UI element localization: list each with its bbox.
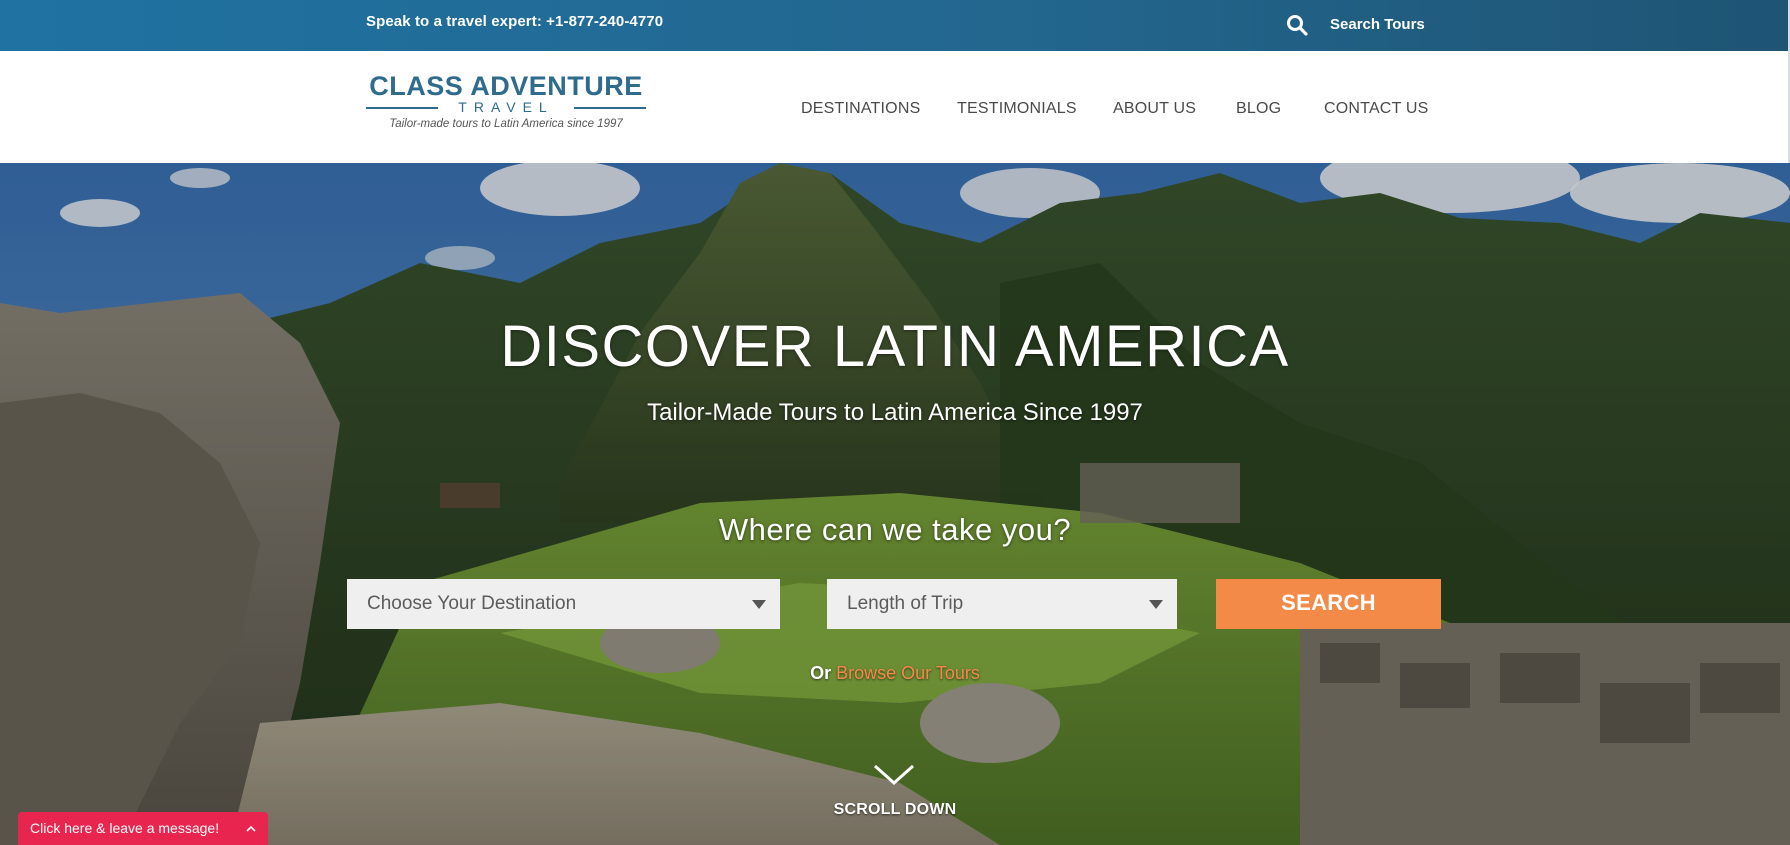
chevron-down-icon (1149, 600, 1163, 609)
logo-line-right (574, 107, 646, 109)
nav-testimonials[interactable]: TESTIMONIALS (957, 100, 1077, 118)
hero-question: Where can we take you? (718, 512, 1072, 547)
trip-length-select-value: Length of Trip (847, 593, 964, 614)
search-tours-link[interactable]: Search Tours (1330, 16, 1425, 33)
logo-main-text: CLASS ADVENTURE (369, 71, 643, 101)
destination-select-value: Choose Your Destination (367, 593, 577, 614)
hero-title: DISCOVER LATIN AMERICA (500, 314, 1290, 379)
hero-subtitle: Tailor-Made Tours to Latin America Since… (647, 399, 1143, 426)
logo-sub-row: TRAVEL (366, 99, 646, 115)
hero-section: DISCOVER LATIN AMERICA Tailor-Made Tours… (0, 163, 1790, 845)
trip-length-select[interactable]: Length of Trip (827, 579, 1177, 629)
logo-tagline: Tailor-made tours to Latin America since… (389, 118, 623, 130)
top-bar: Speak to a travel expert: +1-877-240-477… (0, 0, 1790, 51)
phone-contact[interactable]: Speak to a travel expert: +1-877-240-477… (366, 13, 663, 30)
logo[interactable]: CLASS ADVENTURE TRAVEL Tailor-made tours… (366, 71, 646, 136)
or-text: Or (810, 663, 832, 683)
browse-line: Or Browse Our Tours (0, 663, 1790, 684)
search-button[interactable]: SEARCH (1216, 579, 1441, 629)
scroll-down-link[interactable]: SCROLL DOWN (0, 801, 1790, 819)
nav-destinations[interactable]: DESTINATIONS (801, 100, 920, 118)
chat-label: Click here & leave a message! (30, 820, 220, 836)
chevron-up-icon[interactable] (246, 824, 256, 834)
logo-sub-text: TRAVEL (458, 99, 554, 115)
browse-tours-link[interactable]: Browse Our Tours (836, 663, 980, 683)
logo-line-left (366, 107, 438, 109)
nav-blog[interactable]: BLOG (1236, 100, 1281, 118)
search-icon[interactable] (1286, 14, 1308, 36)
chat-widget[interactable]: Click here & leave a message! (18, 812, 268, 845)
destination-select[interactable]: Choose Your Destination (347, 579, 780, 629)
nav-about-us[interactable]: ABOUT US (1113, 100, 1196, 118)
chevron-down-icon (752, 600, 766, 609)
chevron-down-icon[interactable] (873, 763, 915, 787)
nav-contact-us[interactable]: CONTACT US (1324, 100, 1429, 118)
hero-overlay (0, 163, 1790, 845)
main-header: CLASS ADVENTURE TRAVEL Tailor-made tours… (0, 51, 1790, 163)
